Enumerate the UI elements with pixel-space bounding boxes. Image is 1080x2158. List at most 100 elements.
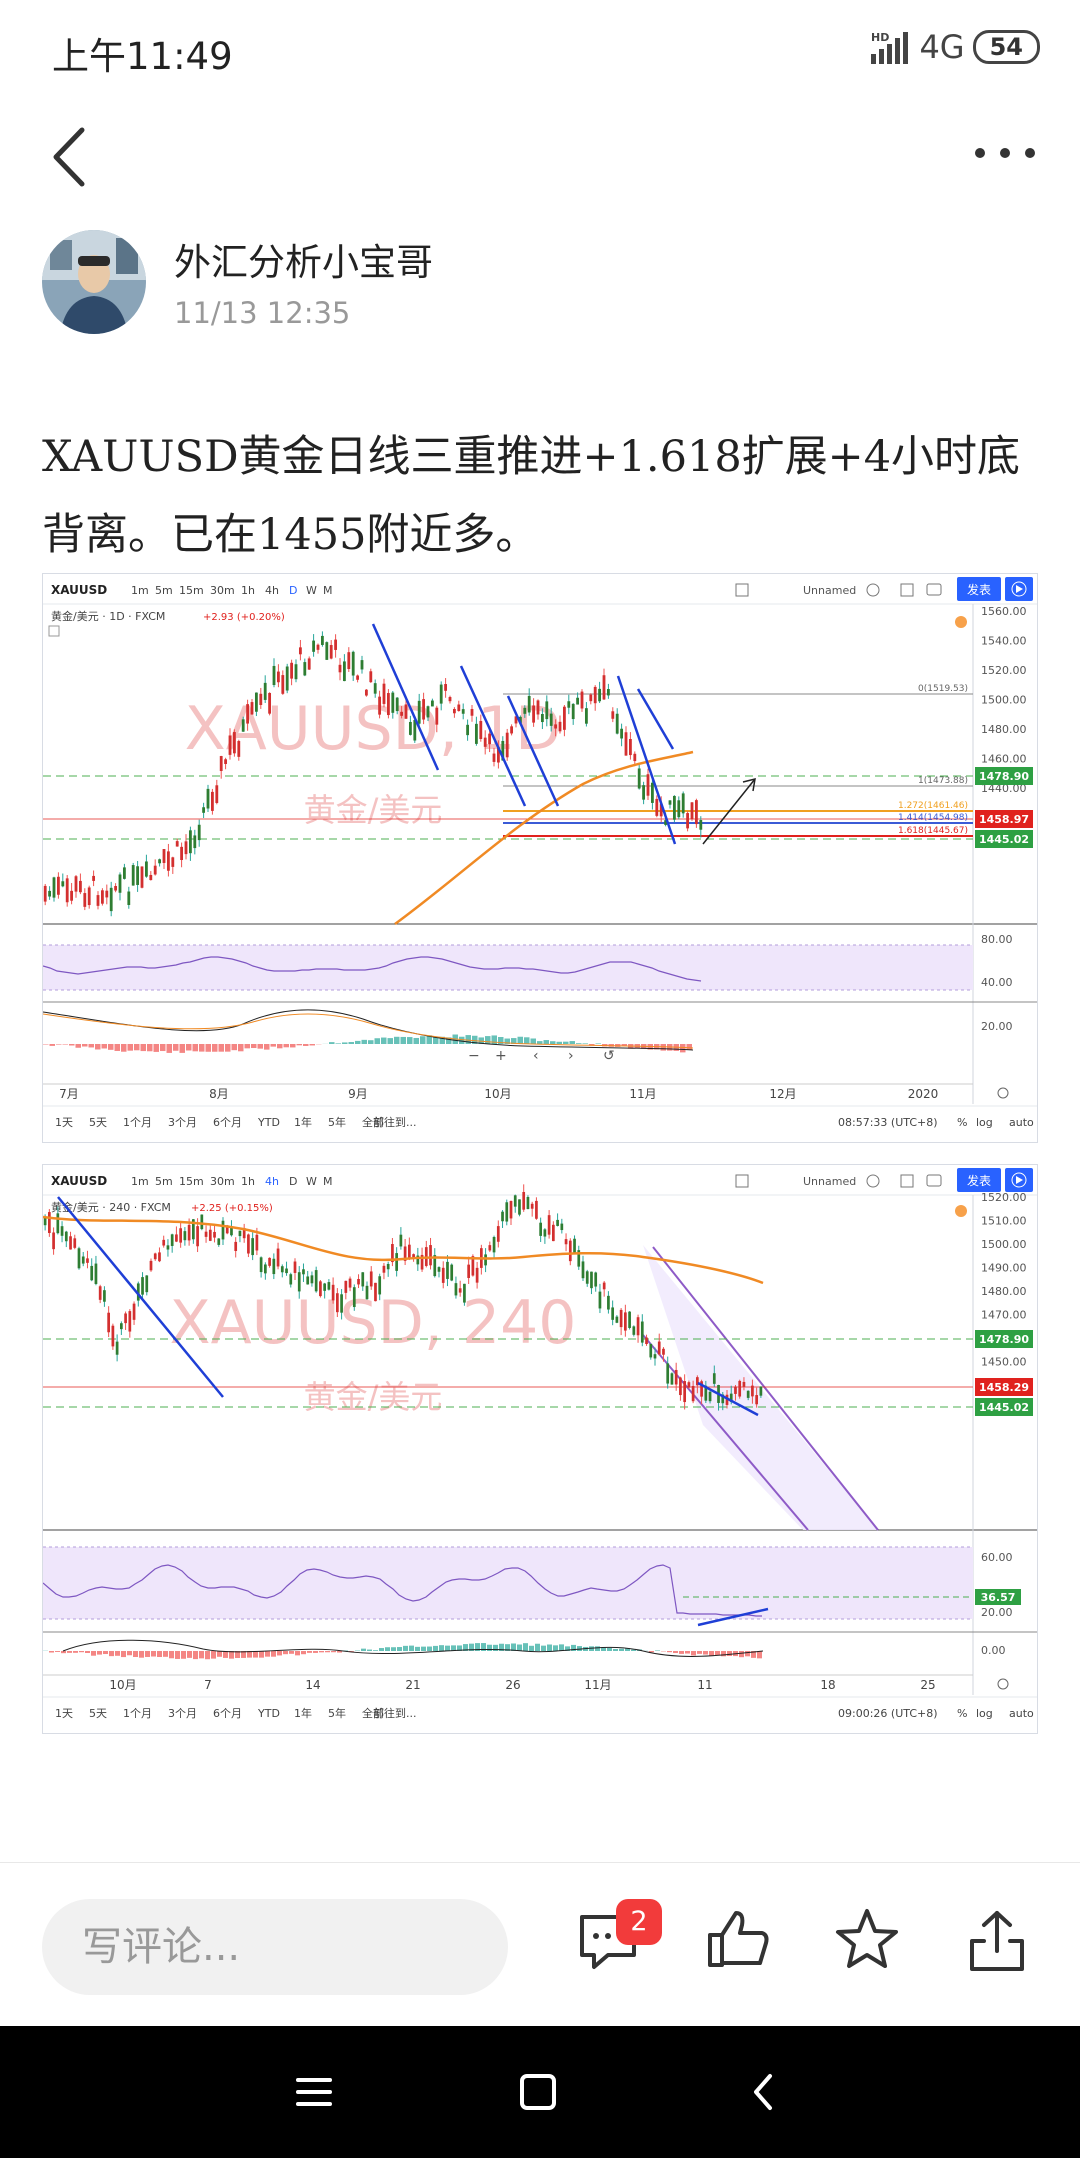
scale-options[interactable]: % log auto bbox=[957, 1707, 1034, 1720]
svg-text:‹: ‹ bbox=[533, 1048, 539, 1064]
macd-bar bbox=[225, 1044, 231, 1052]
macd-bar bbox=[95, 1044, 101, 1050]
interval-4h[interactable]: 4h bbox=[265, 584, 279, 597]
range-6个月[interactable]: 6个月 bbox=[213, 1707, 242, 1720]
comment-input[interactable]: 写评论... bbox=[42, 1899, 508, 1995]
range-buttons[interactable]: 1天 5天 1个月 3个月 6个月 YTD 1年 5年 全部 bbox=[55, 1115, 384, 1129]
scale-auto[interactable]: auto bbox=[1009, 1707, 1034, 1720]
macd-bar bbox=[62, 1044, 68, 1045]
macd-bar bbox=[56, 1044, 62, 1045]
interval-30m[interactable]: 30m bbox=[210, 584, 235, 597]
macd-bar bbox=[379, 1648, 384, 1651]
macd-bar bbox=[550, 1041, 556, 1044]
candle bbox=[551, 1224, 555, 1242]
share-button[interactable] bbox=[962, 1905, 1032, 1975]
favorite-button[interactable] bbox=[832, 1905, 902, 1975]
interval-4h[interactable]: 4h bbox=[265, 1175, 279, 1188]
candle bbox=[259, 693, 263, 705]
macd-bar bbox=[541, 1645, 546, 1651]
interval-30m[interactable]: 30m bbox=[210, 1175, 235, 1188]
candle bbox=[166, 1245, 170, 1250]
candle bbox=[444, 684, 448, 691]
scale-auto[interactable]: auto bbox=[1009, 1116, 1034, 1129]
candle bbox=[347, 652, 351, 669]
scale-options[interactable]: % log auto bbox=[957, 1116, 1034, 1129]
interval-D[interactable]: D bbox=[289, 1175, 297, 1188]
range-5年[interactable]: 5年 bbox=[328, 1706, 346, 1720]
home-button[interactable] bbox=[508, 2062, 568, 2122]
candle bbox=[624, 732, 628, 756]
macd-bar bbox=[127, 1651, 132, 1656]
macd-bar bbox=[582, 1043, 588, 1044]
candle bbox=[400, 711, 404, 716]
goto-button[interactable]: 前往到... bbox=[373, 1706, 417, 1720]
interval-5m[interactable]: 5m bbox=[155, 1175, 173, 1188]
range-buttons[interactable]: 1天 5天 1个月 3个月 6个月 YTD 1年 5年 全部 bbox=[55, 1706, 384, 1720]
interval-M[interactable]: M bbox=[323, 1175, 333, 1188]
rsi-tick: 40.00 bbox=[981, 976, 1013, 989]
range-1个月[interactable]: 1个月 bbox=[123, 1707, 152, 1720]
interval-15m[interactable]: 15m bbox=[179, 584, 204, 597]
range-5天[interactable]: 5天 bbox=[89, 1707, 107, 1720]
interval-M[interactable]: M bbox=[323, 584, 333, 597]
macd-bar bbox=[685, 1651, 690, 1654]
system-nav-bar bbox=[0, 2026, 1080, 2158]
interval-1m[interactable]: 1m bbox=[131, 1175, 149, 1188]
scale-%[interactable]: % bbox=[957, 1707, 967, 1720]
scale-log[interactable]: log bbox=[976, 1707, 993, 1720]
range-3个月[interactable]: 3个月 bbox=[168, 1116, 197, 1129]
candle bbox=[457, 704, 461, 711]
range-3个月[interactable]: 3个月 bbox=[168, 1707, 197, 1720]
author-name[interactable]: 外汇分析小宝哥 bbox=[174, 232, 433, 286]
more-button[interactable] bbox=[970, 138, 1040, 168]
candle bbox=[530, 1203, 534, 1209]
watermark: XAUUSD, 1D bbox=[185, 694, 562, 764]
range-YTD[interactable]: YTD bbox=[257, 1707, 280, 1720]
goto-button[interactable]: 前往到... bbox=[373, 1115, 417, 1129]
candle bbox=[325, 642, 329, 660]
range-5天[interactable]: 5天 bbox=[89, 1116, 107, 1129]
interval-W[interactable]: W bbox=[306, 584, 317, 597]
macd-bar bbox=[296, 1044, 302, 1046]
interval-1h[interactable]: 1h bbox=[241, 584, 255, 597]
candle bbox=[241, 719, 245, 732]
range-1年[interactable]: 1年 bbox=[294, 1115, 312, 1129]
macd-bar bbox=[169, 1651, 174, 1659]
interval-1m[interactable]: 1m bbox=[131, 584, 149, 597]
range-1年[interactable]: 1年 bbox=[294, 1706, 312, 1720]
range-YTD[interactable]: YTD bbox=[257, 1116, 280, 1129]
candle bbox=[430, 700, 434, 707]
scale-%[interactable]: % bbox=[957, 1116, 967, 1129]
candle bbox=[672, 795, 676, 820]
like-button[interactable] bbox=[704, 1905, 774, 1975]
interval-5m[interactable]: 5m bbox=[155, 584, 173, 597]
range-1天[interactable]: 1天 bbox=[55, 1707, 73, 1720]
candle bbox=[319, 1281, 322, 1297]
candle bbox=[285, 1268, 288, 1274]
candle bbox=[422, 699, 426, 720]
avatar[interactable] bbox=[42, 230, 146, 334]
macd-bar bbox=[271, 1651, 276, 1657]
candle bbox=[149, 1260, 153, 1271]
candle bbox=[230, 1227, 233, 1236]
candle bbox=[365, 1285, 369, 1300]
interval-1h[interactable]: 1h bbox=[241, 1175, 255, 1188]
range-6个月[interactable]: 6个月 bbox=[213, 1116, 242, 1129]
range-5年[interactable]: 5年 bbox=[328, 1115, 346, 1129]
fib-label: 1.272(1461.46) bbox=[898, 801, 968, 811]
interval-15m[interactable]: 15m bbox=[179, 1175, 204, 1188]
range-1天[interactable]: 1天 bbox=[55, 1116, 73, 1129]
interval-D[interactable]: D bbox=[289, 584, 297, 597]
scale-log[interactable]: log bbox=[976, 1116, 993, 1129]
range-1个月[interactable]: 1个月 bbox=[123, 1116, 152, 1129]
macd-bar bbox=[421, 1646, 426, 1651]
candle bbox=[374, 1282, 377, 1302]
zoom-controls[interactable]: − + ‹ › ↺ bbox=[468, 1048, 615, 1064]
candle bbox=[615, 713, 619, 734]
candle bbox=[208, 1229, 212, 1241]
back-button[interactable] bbox=[40, 122, 100, 192]
interval-W[interactable]: W bbox=[306, 1175, 317, 1188]
menu-button[interactable] bbox=[284, 2062, 344, 2122]
system-back-button[interactable] bbox=[734, 2062, 794, 2122]
candle bbox=[364, 689, 368, 696]
